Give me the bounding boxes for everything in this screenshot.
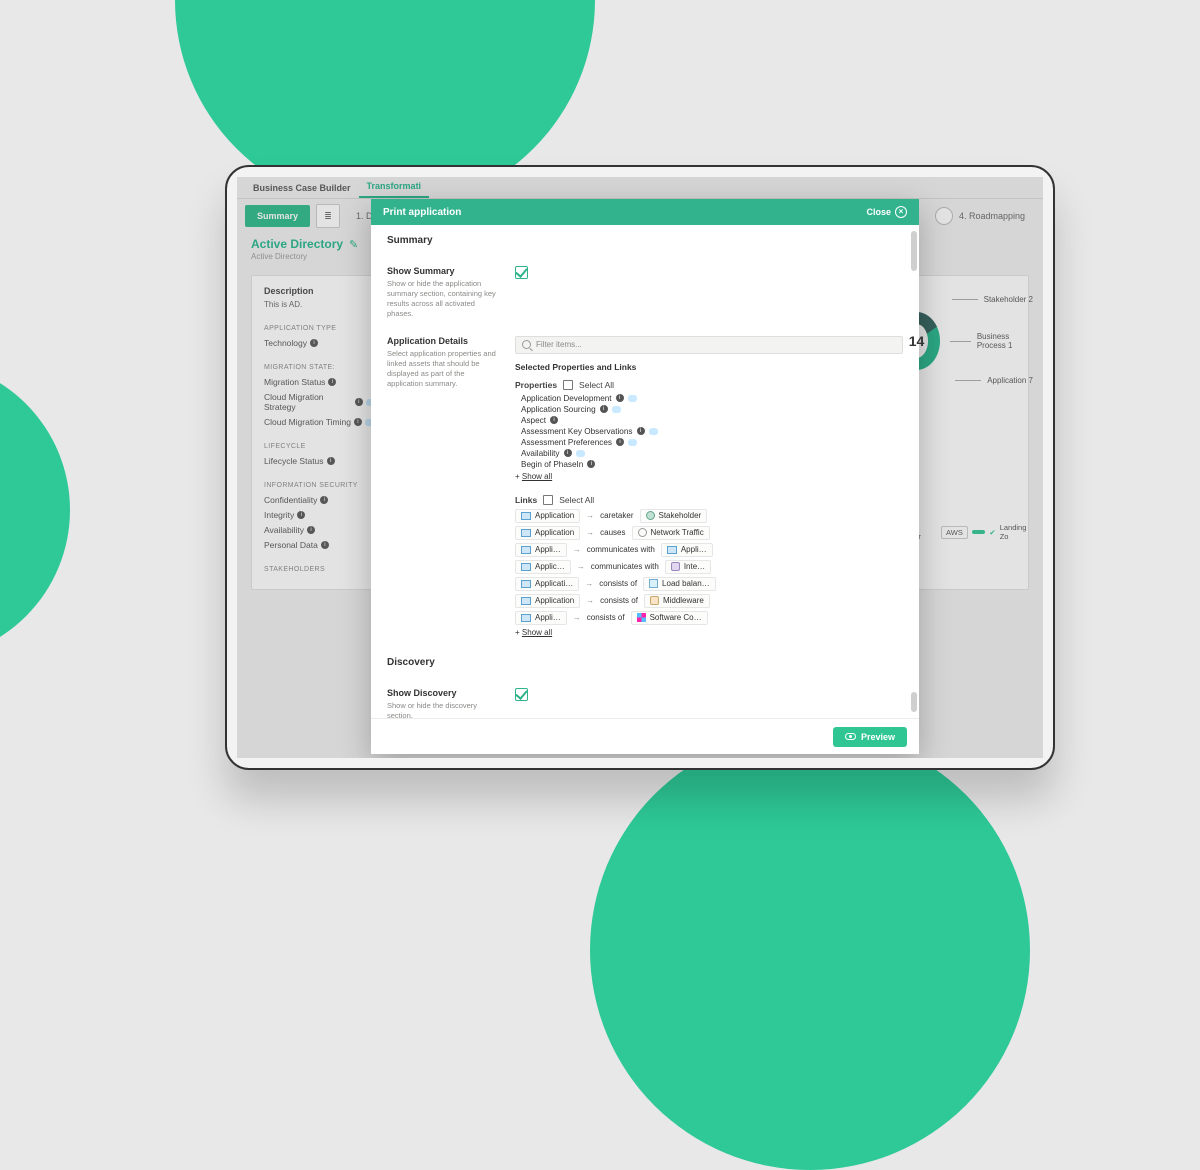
ring-icon: [638, 528, 647, 537]
show-summary-desc: Show or hide the application summary sec…: [387, 279, 499, 320]
links-show-all[interactable]: + Show all: [515, 628, 903, 637]
modal-footer: Preview: [371, 718, 919, 754]
device-frame: Business Case Builder Transformati Summa…: [225, 165, 1055, 770]
section-summary: Summary: [387, 235, 903, 246]
property-item[interactable]: Assessment Preferences i: [521, 438, 903, 447]
mw-icon: [650, 596, 659, 605]
close-icon: ×: [895, 206, 907, 218]
application-details-desc: Select application properties and linked…: [387, 349, 499, 390]
cloud-icon: [612, 406, 621, 413]
screen: Business Case Builder Transformati Summa…: [237, 177, 1043, 758]
link-item[interactable]: Application→caretakerStakeholder: [515, 509, 903, 523]
arrow-icon: →: [586, 511, 594, 520]
gear-icon: [671, 562, 680, 571]
cube-icon: [649, 579, 658, 588]
preview-button[interactable]: Preview: [833, 727, 907, 747]
link-item[interactable]: Appli…→communicates withAppli…: [515, 543, 903, 557]
link-item[interactable]: Applic…→communicates withInte…: [515, 560, 903, 574]
sw-icon: [637, 613, 646, 622]
modal-body: Summary Show Summary Show or hide the ap…: [371, 225, 919, 718]
application-icon: [521, 529, 531, 537]
property-item[interactable]: Begin of PhaseIn i: [521, 460, 903, 469]
print-application-modal: Print application Close × Summary Show S…: [371, 199, 919, 754]
application-icon: [521, 580, 531, 588]
cloud-icon: [628, 395, 637, 402]
property-item[interactable]: Availability i: [521, 449, 903, 458]
cloud-icon: [576, 450, 585, 457]
info-icon[interactable]: i: [564, 449, 572, 457]
close-button[interactable]: Close ×: [866, 206, 907, 218]
cloud-icon: [649, 428, 658, 435]
link-item[interactable]: Appli…→consists ofSoftware Co…: [515, 611, 903, 625]
info-icon[interactable]: i: [550, 416, 558, 424]
property-item[interactable]: Assessment Key Observations i: [521, 427, 903, 436]
application-icon: [521, 597, 531, 605]
links-select-all-label[interactable]: Select All: [559, 495, 594, 505]
info-icon[interactable]: i: [616, 438, 624, 446]
links-label: Links: [515, 495, 537, 505]
person-icon: [646, 511, 655, 520]
application-icon: [521, 546, 531, 554]
link-item[interactable]: Applicati…→consists ofLoad balan…: [515, 577, 903, 591]
properties-label: Properties: [515, 380, 557, 390]
links-list: Application→caretakerStakeholder Applicat…: [515, 509, 903, 625]
arrow-icon: →: [573, 545, 581, 554]
link-item[interactable]: Application→consists ofMiddleware: [515, 594, 903, 608]
modal-title: Print application: [383, 207, 461, 218]
show-summary-label: Show Summary: [387, 266, 499, 276]
links-select-all-checkbox[interactable]: [543, 495, 553, 505]
show-discovery-checkbox[interactable]: [515, 688, 528, 701]
arrow-icon: →: [586, 528, 594, 537]
show-summary-checkbox[interactable]: [515, 266, 528, 279]
properties-list: Application Development i Application So…: [521, 394, 903, 469]
show-discovery-label: Show Discovery: [387, 688, 499, 698]
application-details-label: Application Details: [387, 336, 499, 346]
selected-props-heading: Selected Properties and Links: [515, 362, 903, 372]
app-icon: [667, 546, 677, 554]
arrow-icon: →: [573, 613, 581, 622]
search-icon: [522, 340, 531, 349]
info-icon[interactable]: i: [587, 460, 595, 468]
eye-icon: [845, 733, 856, 740]
modal-scrollbar[interactable]: [911, 231, 917, 712]
show-discovery-desc: Show or hide the discovery section.: [387, 701, 499, 719]
arrow-icon: →: [586, 596, 594, 605]
properties-select-all-label[interactable]: Select All: [579, 380, 614, 390]
filter-placeholder: Filter items...: [536, 340, 582, 349]
cloud-icon: [628, 439, 637, 446]
property-item[interactable]: Application Development i: [521, 394, 903, 403]
section-discovery: Discovery: [387, 657, 903, 668]
info-icon[interactable]: i: [637, 427, 645, 435]
arrow-icon: →: [577, 562, 585, 571]
modal-header: Print application Close ×: [371, 199, 919, 225]
arrow-icon: →: [585, 579, 593, 588]
application-icon: [521, 512, 531, 520]
link-item[interactable]: Application→causesNetwork Traffic: [515, 526, 903, 540]
property-item[interactable]: Aspect i: [521, 416, 903, 425]
properties-select-all-checkbox[interactable]: [563, 380, 573, 390]
info-icon[interactable]: i: [600, 405, 608, 413]
filter-input[interactable]: Filter items...: [515, 336, 903, 354]
application-icon: [521, 614, 531, 622]
info-icon[interactable]: i: [616, 394, 624, 402]
application-icon: [521, 563, 531, 571]
property-item[interactable]: Application Sourcing i: [521, 405, 903, 414]
properties-show-all[interactable]: + Show all: [515, 472, 903, 481]
